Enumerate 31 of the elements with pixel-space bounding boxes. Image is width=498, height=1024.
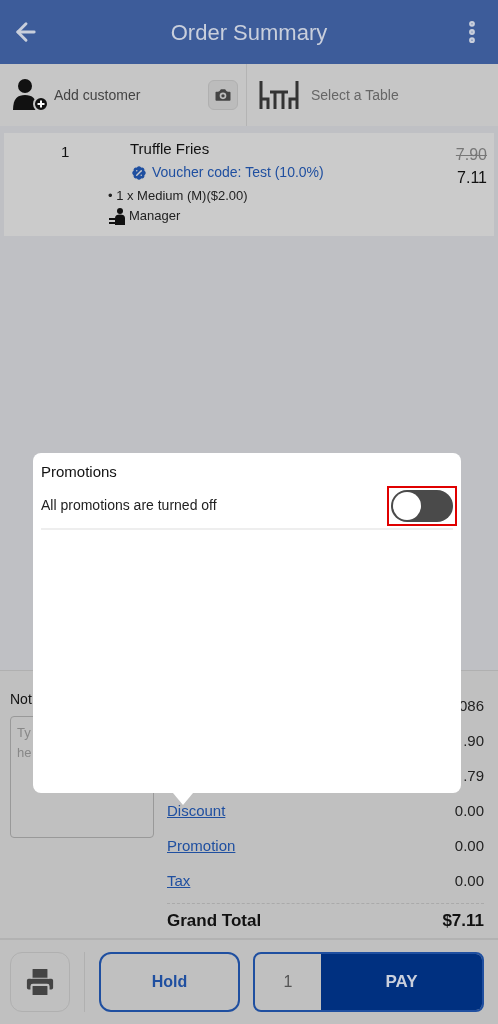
grand-total-label: Grand Total bbox=[167, 910, 262, 932]
summary-value: 0.00 bbox=[454, 870, 484, 891]
summary-link[interactable]: Discount bbox=[167, 799, 226, 823]
table-chairs-icon bbox=[259, 79, 299, 111]
staff-icon bbox=[108, 206, 126, 225]
original-price: 7.90 bbox=[455, 145, 487, 165]
add-user-icon bbox=[12, 78, 50, 112]
order-item[interactable]: 1 Truffle Fries Voucher code: Test (10.0%) • 1 x Medium (M)($2.00) Manager 7.90 7.11 bbox=[4, 133, 494, 236]
select-table-label[interactable]: Select a Table bbox=[311, 84, 399, 106]
voucher-text: Voucher code: Test (10.0%) bbox=[152, 163, 324, 182]
add-customer-label[interactable]: Add customer bbox=[54, 84, 208, 106]
voucher-icon bbox=[130, 163, 148, 182]
promotions-setting-label: All promotions are turned off bbox=[41, 496, 217, 515]
item-price: 7.11 bbox=[457, 168, 487, 188]
hold-button[interactable]: Hold bbox=[99, 952, 240, 1012]
item-quantity: 1 bbox=[61, 142, 70, 162]
modifier-text: • 1 x Medium (M)($2.00) bbox=[108, 187, 249, 205]
popover-title: Promotions bbox=[41, 462, 118, 482]
summary-value: .79 bbox=[463, 766, 484, 787]
staff-name: Manager bbox=[129, 207, 181, 225]
summary-link[interactable]: Promotion bbox=[167, 834, 236, 858]
notes-label: Not bbox=[10, 690, 33, 709]
grand-total-value: $7.11 bbox=[442, 910, 484, 932]
summary-value: 0.00 bbox=[454, 800, 484, 821]
item-name: Truffle Fries bbox=[130, 139, 210, 159]
summary-value: .90 bbox=[463, 731, 484, 752]
page-title: Order Summary bbox=[169, 18, 329, 47]
camera-button[interactable] bbox=[208, 80, 238, 110]
summary-link[interactable]: Tax bbox=[167, 869, 191, 893]
summary-value: 0.00 bbox=[454, 835, 484, 856]
print-button[interactable] bbox=[10, 952, 70, 1012]
